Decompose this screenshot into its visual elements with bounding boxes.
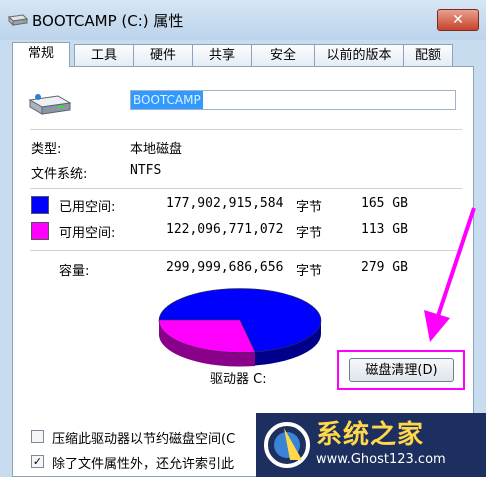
watermark-logo-icon bbox=[264, 422, 310, 468]
separator bbox=[30, 129, 462, 130]
separator bbox=[30, 250, 462, 251]
tab-tools[interactable]: 工具 bbox=[74, 44, 134, 66]
tab-quota[interactable]: 配额 bbox=[403, 44, 453, 66]
index-checkbox[interactable]: ✓ bbox=[31, 455, 44, 468]
drive-name-input[interactable]: BOOTCAMP bbox=[130, 90, 456, 110]
title-bar: BOOTCAMP (C:) 属性 ✕ bbox=[0, 0, 486, 40]
free-space-swatch bbox=[31, 222, 49, 240]
compress-label: 压缩此驱动器以节约磁盘空间(C bbox=[52, 432, 236, 447]
compress-checkbox[interactable] bbox=[31, 430, 44, 443]
drive-icon bbox=[8, 14, 28, 27]
checkmark-icon: ✓ bbox=[32, 455, 43, 468]
tab-sharing[interactable]: 共享 bbox=[192, 44, 252, 66]
close-icon: ✕ bbox=[452, 12, 464, 28]
free-space-size: 113 GB bbox=[361, 222, 408, 237]
drive-name-value: BOOTCAMP bbox=[131, 91, 203, 109]
drive-letter-label: 驱动器 C: bbox=[210, 372, 267, 387]
disk-usage-pie bbox=[158, 288, 322, 367]
type-value: 本地磁盘 bbox=[130, 142, 183, 157]
tab-strip: 常规 工具 硬件 共享 安全 以前的版本 配额 bbox=[12, 42, 474, 67]
tab-general[interactable]: 常规 bbox=[12, 42, 70, 67]
used-space-size: 165 GB bbox=[361, 196, 408, 211]
watermark-title: 系统之家 bbox=[316, 420, 425, 450]
hard-disk-icon bbox=[28, 94, 72, 115]
used-space-bytes: 177,902,915,584 bbox=[166, 196, 284, 211]
close-button[interactable]: ✕ bbox=[437, 9, 479, 31]
type-label: 类型: bbox=[31, 142, 62, 157]
used-space-unit: 字节 bbox=[296, 200, 323, 215]
capacity-size: 279 GB bbox=[361, 260, 408, 275]
tab-security[interactable]: 安全 bbox=[251, 44, 315, 66]
disk-cleanup-button[interactable]: 磁盘清理(D) bbox=[349, 358, 454, 382]
used-space-swatch bbox=[31, 196, 49, 214]
separator bbox=[30, 188, 462, 189]
free-space-bytes: 122,096,771,072 bbox=[166, 222, 284, 237]
used-space-label: 已用空间: bbox=[59, 200, 116, 215]
capacity-unit: 字节 bbox=[296, 264, 323, 279]
filesystem-label: 文件系统: bbox=[31, 167, 88, 182]
capacity-label: 容量: bbox=[59, 264, 90, 279]
free-space-unit: 字节 bbox=[296, 226, 323, 241]
free-space-label: 可用空间: bbox=[59, 226, 116, 241]
window-title: BOOTCAMP (C:) 属性 bbox=[32, 12, 184, 30]
capacity-bytes: 299,999,686,656 bbox=[166, 260, 284, 275]
filesystem-value: NTFS bbox=[130, 163, 162, 178]
watermark-url: www.Ghost123.com bbox=[316, 452, 446, 467]
tab-previous-versions[interactable]: 以前的版本 bbox=[314, 44, 404, 66]
arrow-annotation-icon bbox=[424, 207, 476, 342]
tab-hardware[interactable]: 硬件 bbox=[133, 44, 193, 66]
index-label: 除了文件属性外，还允许索引此 bbox=[52, 457, 235, 472]
